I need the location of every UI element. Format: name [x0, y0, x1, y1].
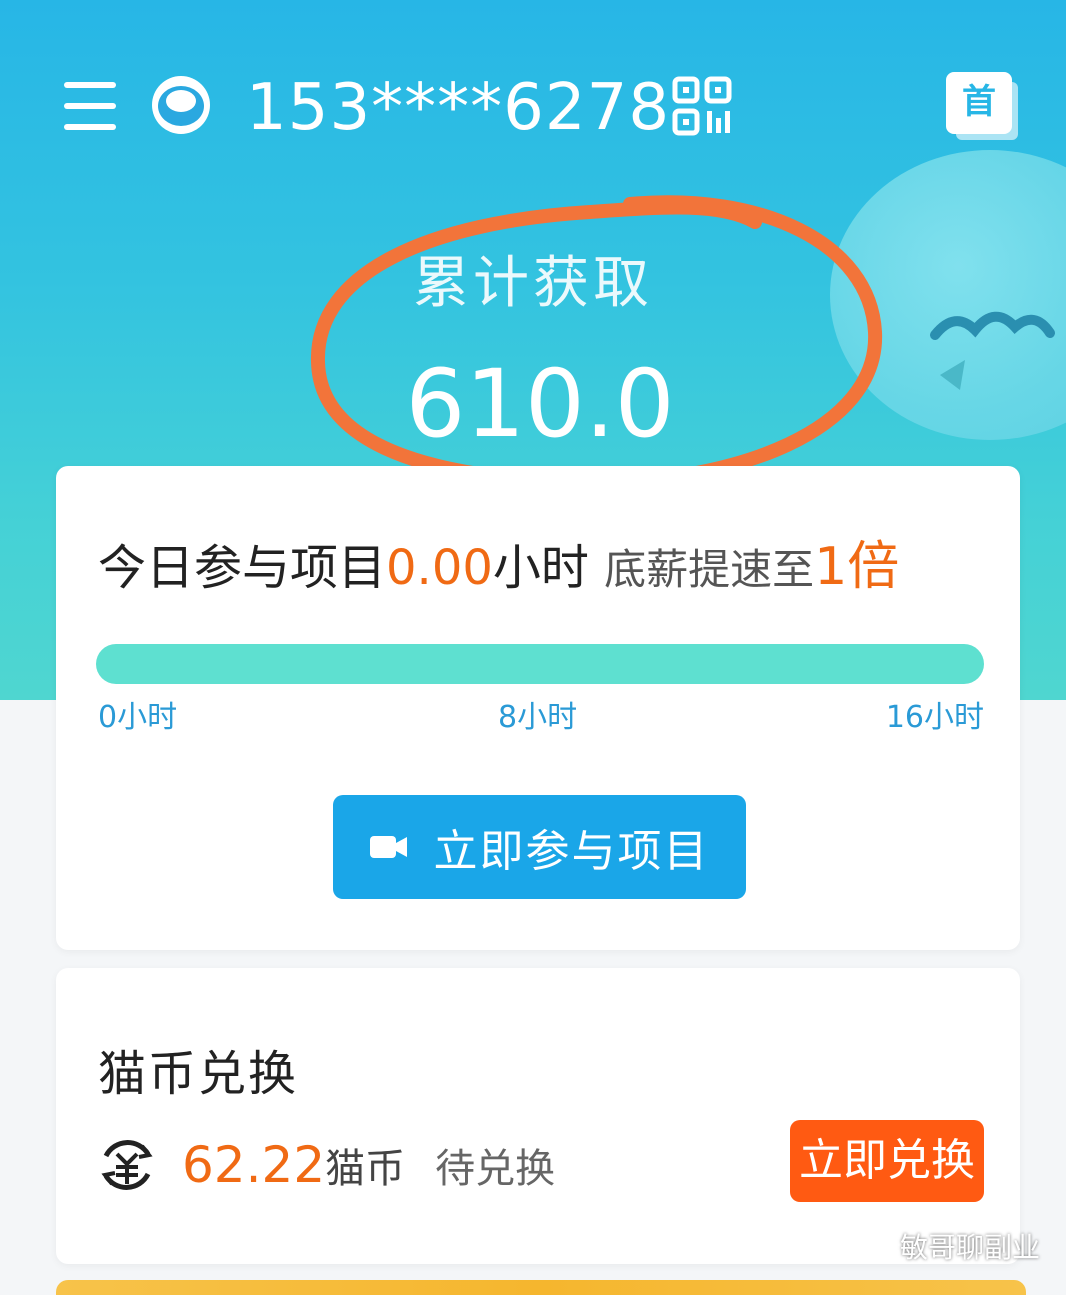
qr-code-icon[interactable]: [672, 76, 732, 136]
tick-mid: 8小时: [498, 700, 578, 735]
tick-end: 16小时: [885, 700, 984, 735]
today-summary: 今日参与项目0.00小时 底薪提速至1倍: [98, 524, 899, 599]
boost-text: 底薪提速至: [604, 545, 815, 594]
menu-icon[interactable]: [64, 82, 116, 130]
highlight-circle: [310, 195, 883, 490]
coin-exchange-card: 猫币兑换 62.22 猫币 待兑换 立即兑换: [56, 968, 1020, 1264]
coin-unit: 猫币: [325, 1146, 406, 1192]
watermark-text: 敏哥聊副业: [900, 1231, 1041, 1264]
join-project-label: 立即参与项目: [433, 826, 710, 877]
exchange-now-button[interactable]: 立即兑换: [790, 1120, 984, 1202]
today-hours-unit: 小时: [492, 540, 589, 596]
hours-progress-bar: [96, 644, 984, 684]
home-button[interactable]: 首: [946, 72, 1012, 134]
phone-number: 153****6278: [246, 71, 671, 145]
watermark: 敏哥聊副业: [852, 1226, 1040, 1266]
coin-amount: 62.22: [182, 1136, 326, 1194]
today-hours: 0.00: [386, 540, 493, 596]
coin-status: 待兑换: [435, 1146, 556, 1192]
today-prefix: 今日参与项目: [98, 540, 387, 596]
video-camera-icon: [369, 836, 407, 858]
coin-balance-row: 62.22 猫币 待兑换: [94, 1130, 555, 1200]
coin-exchange-icon: [101, 1140, 153, 1190]
tick-start: 0小时: [98, 700, 178, 735]
wechat-icon: [852, 1230, 891, 1261]
top-bar: 153****6278 首: [0, 0, 1066, 200]
coin-exchange-title: 猫币兑换: [98, 1046, 299, 1102]
boost-value: 1倍: [814, 537, 900, 597]
avatar[interactable]: [152, 76, 210, 134]
bottom-banner-edge: [56, 1280, 1026, 1295]
join-project-button[interactable]: 立即参与项目: [333, 795, 746, 899]
today-project-card: 今日参与项目0.00小时 底薪提速至1倍 0小时 8小时 16小时 立即参与项目: [56, 466, 1020, 950]
